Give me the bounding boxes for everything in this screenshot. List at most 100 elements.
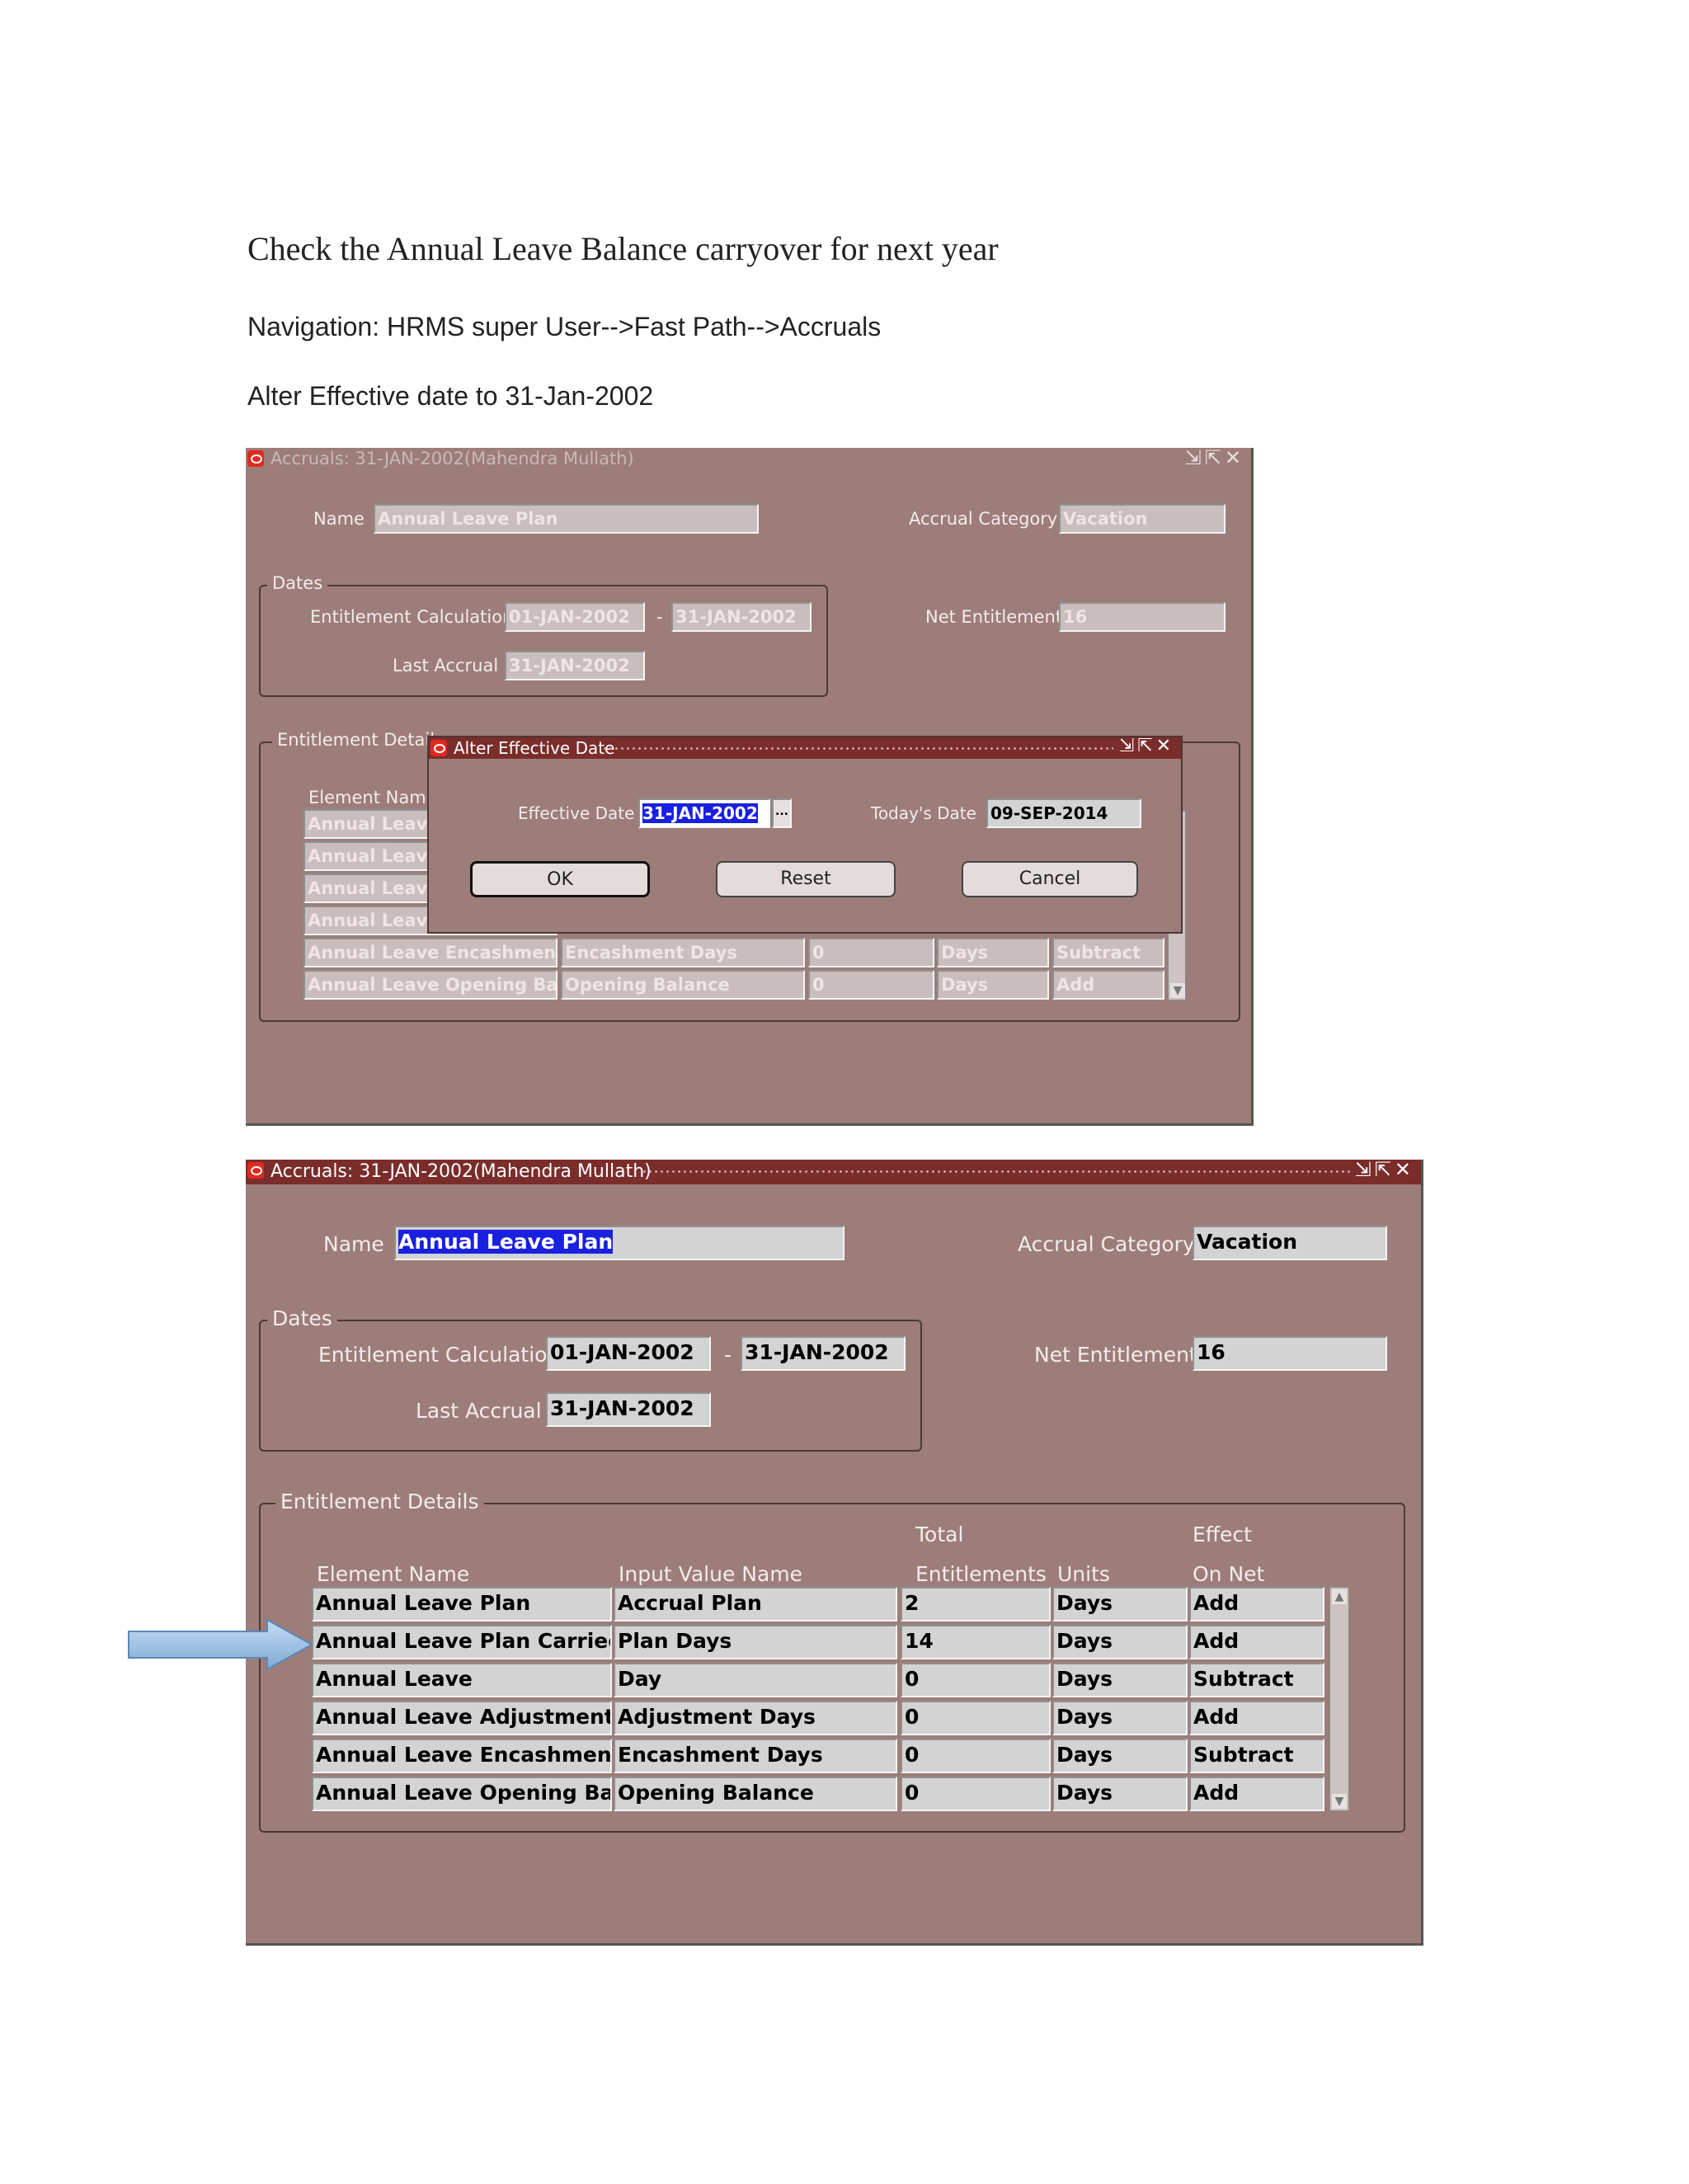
row-6-element[interactable]: Annual Leave Opening Balan (312, 1777, 612, 1811)
dates-group-title: Dates (267, 1306, 337, 1330)
row-6-effect[interactable]: Add (1189, 1777, 1324, 1811)
close-icon[interactable]: ✕ (1225, 446, 1244, 469)
net-entitlement-label: Net Entitlement (1034, 1343, 1197, 1367)
details-scrollbar[interactable]: ▲ ▼ (1329, 1587, 1349, 1811)
minimize-icon[interactable]: ⇲ (1119, 736, 1137, 756)
row-5-element[interactable]: Annual Leave Encashment (312, 1739, 612, 1773)
reset-button[interactable]: Reset (716, 861, 896, 897)
row-6-effect[interactable]: Add (1052, 970, 1164, 1000)
accruals-window-2: Accruals: 31-JAN-2002(Mahendra Mullath) … (246, 1158, 1423, 1946)
row-3-input[interactable]: Day (614, 1663, 897, 1697)
alter-effective-date-dialog: Alter Effective Date ⇲⇱✕ Effective Date … (427, 736, 1183, 934)
row-1-units[interactable]: Days (1052, 1587, 1188, 1622)
effective-date-field[interactable]: 31-JAN-2002 (638, 798, 770, 828)
row-1-total[interactable]: 2 (901, 1587, 1051, 1622)
scroll-down-icon[interactable]: ▼ (1332, 1794, 1347, 1809)
row-5-total[interactable]: 0 (808, 938, 934, 967)
close-icon[interactable]: ✕ (1395, 1158, 1414, 1181)
row-6-element[interactable]: Annual Leave Opening Balan (303, 970, 558, 1000)
last-accrual-label: Last Accrual (393, 656, 499, 675)
row-4-element[interactable]: Annual Leave Adjustment (312, 1701, 612, 1735)
row-1-input[interactable]: Accrual Plan (614, 1587, 897, 1622)
window-controls[interactable]: ⇲⇱✕ (1355, 1158, 1414, 1181)
accrual-category-field[interactable]: Vacation (1193, 1226, 1387, 1260)
navigation-text: Navigation: HRMS super User-->Fast Path-… (247, 312, 882, 341)
net-entitlement-label: Net Entitlement (925, 607, 1063, 627)
dialog-title-bar[interactable]: Alter Effective Date ⇲⇱✕ (429, 736, 1181, 759)
close-icon[interactable]: ✕ (1156, 736, 1174, 756)
name-field[interactable]: Annual Leave Plan (394, 1226, 844, 1260)
name-field[interactable]: Annual Leave Plan (374, 504, 759, 534)
row-5-units[interactable]: Days (937, 938, 1049, 967)
row-3-element[interactable]: Annual Leave (312, 1663, 612, 1697)
accrual-category-field[interactable]: Vacation (1059, 504, 1226, 534)
row-1-element[interactable]: Annual Leave Plan (312, 1587, 612, 1622)
row-1-effect[interactable]: Add (1189, 1587, 1324, 1622)
date-dash: - (724, 1343, 732, 1367)
row-5-element[interactable]: Annual Leave Encashment (303, 938, 558, 967)
row-5-effect[interactable]: Subtract (1189, 1739, 1324, 1773)
row-2-effect[interactable]: Add (1189, 1625, 1324, 1659)
row-6-input[interactable]: Opening Balance (561, 970, 805, 1000)
row-3-effect[interactable]: Subtract (1189, 1663, 1324, 1697)
row-6-total[interactable]: 0 (901, 1777, 1051, 1811)
row-3-total[interactable]: 0 (901, 1663, 1051, 1697)
element-name-header: Element Name (308, 788, 437, 807)
document-heading: Check the Annual Leave Balance carryover… (247, 230, 999, 267)
row-4-input[interactable]: Adjustment Days (614, 1701, 897, 1735)
row-2-units[interactable]: Days (1052, 1625, 1188, 1659)
entitlement-calculation-label: Entitlement Calculation (318, 1343, 561, 1367)
row-6-input[interactable]: Opening Balance (614, 1777, 897, 1811)
row-4-total[interactable]: 0 (901, 1701, 1051, 1735)
oracle-icon (247, 1162, 264, 1179)
row-5-total[interactable]: 0 (901, 1739, 1051, 1773)
total-header-line1: Total (915, 1523, 964, 1546)
maximize-icon[interactable]: ⇱ (1137, 736, 1155, 756)
row-6-units[interactable]: Days (937, 970, 1049, 1000)
row-6-units[interactable]: Days (1052, 1777, 1188, 1811)
total-header-line2: Entitlements (915, 1562, 1047, 1586)
entitlement-to-field[interactable]: 31-JAN-2002 (671, 602, 812, 632)
window-controls[interactable]: ⇲⇱✕ (1185, 446, 1244, 469)
maximize-icon[interactable]: ⇱ (1205, 446, 1225, 469)
minimize-icon[interactable]: ⇲ (1185, 446, 1205, 469)
lov-button[interactable]: ... (772, 798, 792, 828)
row-4-units[interactable]: Days (1052, 1701, 1188, 1735)
dialog-controls[interactable]: ⇲⇱✕ (1119, 736, 1174, 756)
todays-date-field: 09-SEP-2014 (986, 798, 1141, 828)
name-value: Annual Leave Plan (398, 1230, 614, 1254)
row-2-total[interactable]: 14 (901, 1625, 1051, 1659)
last-accrual-field[interactable]: 31-JAN-2002 (546, 1392, 711, 1427)
last-accrual-field[interactable]: 31-JAN-2002 (505, 651, 645, 680)
cancel-button[interactable]: Cancel (962, 861, 1138, 897)
oracle-icon (430, 740, 447, 756)
maximize-icon[interactable]: ⇱ (1375, 1158, 1395, 1181)
last-accrual-label: Last Accrual (416, 1399, 542, 1423)
entitlement-details-title: Entitlement Details (272, 730, 449, 750)
row-5-input[interactable]: Encashment Days (561, 938, 805, 967)
row-2-input[interactable]: Plan Days (614, 1625, 897, 1659)
minimize-icon[interactable]: ⇲ (1355, 1158, 1375, 1181)
window-title-bar[interactable]: Accruals: 31-JAN-2002(Mahendra Mullath) … (246, 1158, 1421, 1184)
entitlement-from-field[interactable]: 01-JAN-2002 (505, 602, 645, 632)
element-name-header: Element Name (317, 1562, 470, 1586)
entitlement-from-field[interactable]: 01-JAN-2002 (546, 1336, 711, 1371)
scroll-up-icon[interactable]: ▲ (1332, 1589, 1347, 1604)
row-5-effect[interactable]: Subtract (1052, 938, 1164, 967)
row-3-units[interactable]: Days (1052, 1663, 1188, 1697)
window-title-bar[interactable]: Accruals: 31-JAN-2002(Mahendra Mullath) … (246, 446, 1251, 470)
scroll-down-icon[interactable]: ▼ (1170, 983, 1185, 998)
net-entitlement-field[interactable]: 16 (1059, 602, 1226, 632)
net-entitlement-field[interactable]: 16 (1193, 1336, 1387, 1371)
entitlement-to-field[interactable]: 31-JAN-2002 (741, 1336, 906, 1371)
ok-button[interactable]: OK (470, 861, 650, 897)
row-4-effect[interactable]: Add (1189, 1701, 1324, 1735)
input-value-name-header: Input Value Name (619, 1562, 803, 1586)
entitlement-calculation-label: Entitlement Calculation (310, 607, 514, 627)
row-2-element[interactable]: Annual Leave Plan Carried O (312, 1625, 612, 1659)
effect-header-line1: Effect (1193, 1523, 1252, 1546)
effect-header-line2: On Net (1193, 1562, 1265, 1586)
row-5-input[interactable]: Encashment Days (614, 1739, 897, 1773)
row-5-units[interactable]: Days (1052, 1739, 1188, 1773)
row-6-total[interactable]: 0 (808, 970, 934, 1000)
